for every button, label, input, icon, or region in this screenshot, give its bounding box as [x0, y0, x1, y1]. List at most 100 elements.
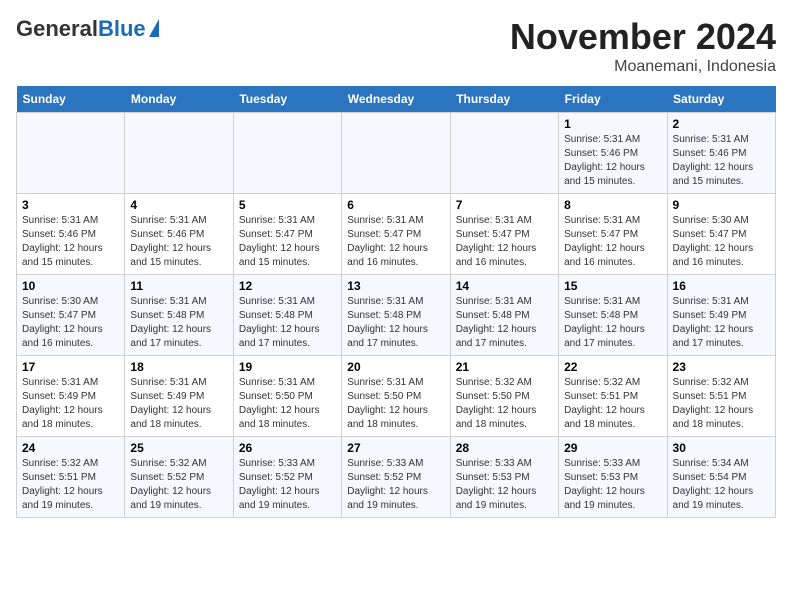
weekday-header-tuesday: Tuesday	[233, 86, 341, 113]
calendar-cell: 13 Sunrise: 5:31 AMSunset: 5:48 PMDayligh…	[342, 275, 450, 356]
day-number: 19	[239, 360, 336, 374]
day-info: Sunrise: 5:31 AMSunset: 5:48 PMDaylight:…	[456, 295, 553, 351]
weekday-header-row: SundayMondayTuesdayWednesdayThursdayFrid…	[17, 86, 776, 113]
calendar-cell: 4Sunrise: 5:31 AMSunset: 5:46 PMDaylight…	[125, 194, 233, 275]
day-number: 9	[673, 198, 770, 212]
calendar-cell: 20 Sunrise: 5:31 AMSunset: 5:50 PMDayligh…	[342, 356, 450, 437]
day-number: 29	[564, 441, 661, 455]
day-info: Sunrise: 5:31 AMSunset: 5:47 PMDaylight:…	[347, 214, 444, 270]
day-number: 14	[456, 279, 553, 293]
calendar-cell	[342, 113, 450, 194]
day-info: Sunrise: 5:33 AMSunset: 5:53 PMDaylight:…	[564, 457, 661, 513]
calendar-week-4: 17 Sunrise: 5:31 AMSunset: 5:49 PMDayligh…	[17, 356, 776, 437]
calendar-cell: 8 Sunrise: 5:31 AMSunset: 5:47 PMDaylight…	[559, 194, 667, 275]
day-number: 12	[239, 279, 336, 293]
day-number: 11	[130, 279, 227, 293]
weekday-header-monday: Monday	[125, 86, 233, 113]
day-info: Sunrise: 5:31 AMSunset: 5:48 PMDaylight:…	[347, 295, 444, 351]
calendar-cell	[17, 113, 125, 194]
calendar-cell: 18 Sunrise: 5:31 AMSunset: 5:49 PMDayligh…	[125, 356, 233, 437]
day-info: Sunrise: 5:32 AMSunset: 5:50 PMDaylight:…	[456, 376, 553, 432]
calendar-cell: 3 Sunrise: 5:31 AMSunset: 5:46 PMDaylight…	[17, 194, 125, 275]
calendar-cell: 11 Sunrise: 5:31 AMSunset: 5:48 PMDayligh…	[125, 275, 233, 356]
calendar-cell: 23 Sunrise: 5:32 AMSunset: 5:51 PMDayligh…	[667, 356, 775, 437]
day-number: 27	[347, 441, 444, 455]
calendar-cell	[233, 113, 341, 194]
day-number: 23	[673, 360, 770, 374]
day-info: Sunrise: 5:30 AMSunset: 5:47 PMDaylight:…	[673, 214, 770, 270]
day-info: Sunrise: 5:33 AMSunset: 5:52 PMDaylight:…	[239, 457, 336, 513]
day-number: 3	[22, 198, 119, 212]
calendar-cell: 14 Sunrise: 5:31 AMSunset: 5:48 PMDayligh…	[450, 275, 558, 356]
day-info: Sunrise: 5:34 AMSunset: 5:54 PMDaylight:…	[673, 457, 770, 513]
day-info: Sunrise: 5:30 AMSunset: 5:47 PMDaylight:…	[22, 295, 119, 351]
day-number: 2	[673, 117, 770, 131]
day-number: 20	[347, 360, 444, 374]
calendar-cell: 9 Sunrise: 5:30 AMSunset: 5:47 PMDaylight…	[667, 194, 775, 275]
day-info: Sunrise: 5:31 AMSunset: 5:46 PMDaylight:…	[673, 133, 770, 189]
calendar-cell: 28 Sunrise: 5:33 AMSunset: 5:53 PMDayligh…	[450, 437, 558, 518]
day-info: Sunrise: 5:31 AMSunset: 5:47 PMDaylight:…	[239, 214, 336, 270]
calendar-cell: 7Sunrise: 5:31 AMSunset: 5:47 PMDaylight…	[450, 194, 558, 275]
weekday-header-friday: Friday	[559, 86, 667, 113]
logo-triangle-icon	[149, 19, 159, 37]
day-info: Sunrise: 5:31 AMSunset: 5:48 PMDaylight:…	[239, 295, 336, 351]
day-number: 5	[239, 198, 336, 212]
day-number: 13	[347, 279, 444, 293]
day-number: 18	[130, 360, 227, 374]
calendar-cell: 25 Sunrise: 5:32 AMSunset: 5:52 PMDayligh…	[125, 437, 233, 518]
calendar-cell: 1 Sunrise: 5:31 AMSunset: 5:46 PMDaylight…	[559, 113, 667, 194]
logo-blue-text: Blue	[98, 16, 146, 42]
calendar-cell: 12 Sunrise: 5:31 AMSunset: 5:48 PMDayligh…	[233, 275, 341, 356]
calendar-cell: 22 Sunrise: 5:32 AMSunset: 5:51 PMDayligh…	[559, 356, 667, 437]
weekday-header-thursday: Thursday	[450, 86, 558, 113]
day-info: Sunrise: 5:31 AMSunset: 5:46 PMDaylight:…	[130, 214, 227, 270]
calendar-week-1: 1 Sunrise: 5:31 AMSunset: 5:46 PMDaylight…	[17, 113, 776, 194]
day-info: Sunrise: 5:31 AMSunset: 5:48 PMDaylight:…	[130, 295, 227, 351]
day-number: 1	[564, 117, 661, 131]
calendar-cell: 10Sunrise: 5:30 AMSunset: 5:47 PMDayligh…	[17, 275, 125, 356]
calendar-cell: 5 Sunrise: 5:31 AMSunset: 5:47 PMDaylight…	[233, 194, 341, 275]
calendar-cell: 29 Sunrise: 5:33 AMSunset: 5:53 PMDayligh…	[559, 437, 667, 518]
day-info: Sunrise: 5:32 AMSunset: 5:51 PMDaylight:…	[673, 376, 770, 432]
day-number: 21	[456, 360, 553, 374]
title-block: November 2024 Moanemani, Indonesia	[510, 16, 776, 76]
day-number: 16	[673, 279, 770, 293]
day-info: Sunrise: 5:31 AMSunset: 5:46 PMDaylight:…	[22, 214, 119, 270]
day-info: Sunrise: 5:31 AMSunset: 5:50 PMDaylight:…	[347, 376, 444, 432]
calendar-week-2: 3 Sunrise: 5:31 AMSunset: 5:46 PMDaylight…	[17, 194, 776, 275]
day-number: 17	[22, 360, 119, 374]
day-info: Sunrise: 5:33 AMSunset: 5:53 PMDaylight:…	[456, 457, 553, 513]
day-info: Sunrise: 5:31 AMSunset: 5:50 PMDaylight:…	[239, 376, 336, 432]
calendar-cell: 16Sunrise: 5:31 AMSunset: 5:49 PMDayligh…	[667, 275, 775, 356]
day-info: Sunrise: 5:31 AMSunset: 5:49 PMDaylight:…	[130, 376, 227, 432]
calendar-cell: 19 Sunrise: 5:31 AMSunset: 5:50 PMDayligh…	[233, 356, 341, 437]
calendar-cell: 27 Sunrise: 5:33 AMSunset: 5:52 PMDayligh…	[342, 437, 450, 518]
page-subtitle: Moanemani, Indonesia	[510, 58, 776, 76]
day-info: Sunrise: 5:33 AMSunset: 5:52 PMDaylight:…	[347, 457, 444, 513]
day-number: 15	[564, 279, 661, 293]
calendar-cell: 26 Sunrise: 5:33 AMSunset: 5:52 PMDayligh…	[233, 437, 341, 518]
page-header: General Blue November 2024 Moanemani, In…	[16, 16, 776, 76]
day-info: Sunrise: 5:31 AMSunset: 5:47 PMDaylight:…	[456, 214, 553, 270]
day-number: 28	[456, 441, 553, 455]
day-number: 8	[564, 198, 661, 212]
day-number: 6	[347, 198, 444, 212]
day-info: Sunrise: 5:32 AMSunset: 5:52 PMDaylight:…	[130, 457, 227, 513]
calendar-cell: 2 Sunrise: 5:31 AMSunset: 5:46 PMDaylight…	[667, 113, 775, 194]
calendar-cell: 21 Sunrise: 5:32 AMSunset: 5:50 PMDayligh…	[450, 356, 558, 437]
calendar-cell	[450, 113, 558, 194]
calendar-week-5: 24Sunrise: 5:32 AMSunset: 5:51 PMDayligh…	[17, 437, 776, 518]
day-number: 26	[239, 441, 336, 455]
logo-general-text: General	[16, 16, 98, 42]
day-info: Sunrise: 5:31 AMSunset: 5:49 PMDaylight:…	[22, 376, 119, 432]
day-number: 22	[564, 360, 661, 374]
weekday-header-sunday: Sunday	[17, 86, 125, 113]
day-info: Sunrise: 5:31 AMSunset: 5:47 PMDaylight:…	[564, 214, 661, 270]
weekday-header-saturday: Saturday	[667, 86, 775, 113]
weekday-header-wednesday: Wednesday	[342, 86, 450, 113]
day-number: 25	[130, 441, 227, 455]
day-info: Sunrise: 5:32 AMSunset: 5:51 PMDaylight:…	[564, 376, 661, 432]
day-info: Sunrise: 5:32 AMSunset: 5:51 PMDaylight:…	[22, 457, 119, 513]
day-info: Sunrise: 5:31 AMSunset: 5:46 PMDaylight:…	[564, 133, 661, 189]
